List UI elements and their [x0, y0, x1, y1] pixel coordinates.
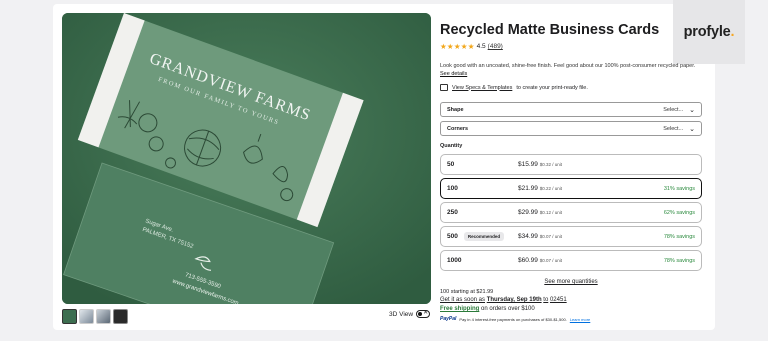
product-description: Look good with an uncoated, shine-free f… — [440, 62, 702, 78]
quantity-value: 500 — [447, 233, 458, 240]
paypal-learn-more-link[interactable]: Learn more — [570, 317, 590, 322]
corners-select[interactable]: Corners Select... ⌄ — [440, 121, 702, 136]
view-3d-toggle[interactable]: ✕ — [416, 310, 431, 318]
quantity-option-500[interactable]: 500 Recommended $34.99 $0.07 / unit 78% s… — [440, 226, 702, 247]
view-3d-control: 3D View ✕ — [389, 310, 431, 318]
quantity-option-50[interactable]: 50 $15.99 $0.32 / unit — [440, 154, 702, 175]
paypal-note: PayPal Pay in 4 interest-free payments o… — [440, 316, 590, 322]
product-main-image[interactable]: Sugar Ave. PALMER, TX 75152 713-555-3590… — [62, 13, 431, 304]
product-rating: ★★★★★ 4.5 (489) — [440, 42, 503, 51]
free-shipping-suffix: on orders over $100 — [481, 306, 535, 312]
ship-date[interactable]: Thursday, Sep 19th — [487, 297, 542, 303]
savings-text: 31% savings — [663, 185, 695, 192]
corners-label: Corners — [447, 125, 469, 132]
unit-price: $0.12 / unit — [539, 210, 562, 215]
ship-to[interactable]: to — [543, 297, 548, 303]
quantity-value: 1000 — [447, 257, 462, 264]
shape-value: Select... — [663, 106, 684, 113]
starting-price: 100 starting at $21.99 — [440, 289, 494, 295]
quantity-value: 100 — [447, 185, 458, 192]
paypal-text: Pay in 4 interest-free payments on purch… — [459, 316, 567, 322]
specs-row: View Specs & Templates to create your pr… — [440, 84, 588, 91]
delivery-estimate: Get it as soon as Thursday, Sep 19th to … — [440, 297, 567, 303]
quantity-price: $34.99 — [518, 233, 538, 240]
brand-logo[interactable]: profyle. — [673, 0, 745, 64]
thumbnail-strip — [62, 309, 128, 324]
page-title: Recycled Matte Business Cards — [440, 22, 660, 38]
savings-text: 78% savings — [663, 257, 695, 264]
chevron-down-icon: ⌄ — [689, 106, 695, 114]
see-more-quantities-link[interactable]: See more quantities — [440, 279, 702, 285]
unit-price: $0.22 / unit — [539, 186, 562, 191]
quantity-option-250[interactable]: 250 $29.99 $0.12 / unit 62% savings — [440, 202, 702, 223]
reviews-link[interactable]: (489) — [488, 43, 503, 50]
quantity-price: $21.99 — [518, 185, 538, 192]
business-card-render: Sugar Ave. PALMER, TX 75152 713-555-3590… — [62, 13, 431, 304]
thumbnail-3[interactable] — [96, 309, 111, 324]
quantity-price: $15.99 — [518, 161, 538, 168]
recommended-badge: Recommended — [463, 232, 505, 241]
shape-label: Shape — [447, 106, 464, 113]
chevron-down-icon: ⌄ — [689, 125, 695, 133]
quantity-option-100[interactable]: 100 $21.99 $0.22 / unit 31% savings — [440, 178, 702, 199]
thumbnail-4[interactable] — [113, 309, 128, 324]
quantity-price: $29.99 — [518, 209, 538, 216]
specs-templates-link[interactable]: View Specs & Templates — [452, 85, 512, 91]
toggle-knob — [418, 312, 423, 316]
ship-prefix[interactable]: Get it as soon as — [440, 297, 485, 303]
unit-price: $0.07 / unit — [539, 258, 562, 263]
free-shipping-note: Free shipping on orders over $100 — [440, 306, 535, 312]
savings-text: 62% savings — [663, 209, 695, 216]
free-shipping-link[interactable]: Free shipping — [440, 306, 479, 312]
brand-logo-dot: . — [730, 24, 735, 40]
close-icon: ✕ — [423, 310, 429, 316]
view-3d-label: 3D View — [389, 310, 414, 318]
quantity-price: $60.99 — [518, 257, 538, 264]
shape-select[interactable]: Shape Select... ⌄ — [440, 102, 702, 117]
specs-suffix: to create your print-ready file. — [516, 84, 588, 91]
corners-value: Select... — [663, 125, 684, 132]
see-details-link[interactable]: See details — [440, 71, 467, 77]
brand-logo-text: profyle — [683, 24, 731, 40]
savings-text: 78% savings — [663, 233, 695, 240]
paypal-icon: PayPal — [440, 316, 457, 322]
quantity-option-1000[interactable]: 1000 $60.99 $0.07 / unit 78% savings — [440, 250, 702, 271]
quantity-label: Quantity — [440, 143, 463, 149]
thumbnail-1[interactable] — [62, 309, 77, 324]
thumbnail-2[interactable] — [79, 309, 94, 324]
document-icon — [440, 84, 448, 91]
unit-price: $0.07 / unit — [539, 234, 562, 239]
quantity-value: 50 — [447, 161, 455, 168]
rating-value: 4.5 — [476, 43, 486, 50]
description-text: Look good with an uncoated, shine-free f… — [440, 63, 696, 69]
unit-price: $0.32 / unit — [539, 162, 562, 167]
zip-code-link[interactable]: 02451 — [550, 297, 567, 303]
quantity-value: 250 — [447, 209, 458, 216]
star-icon: ★★★★★ — [440, 42, 475, 51]
